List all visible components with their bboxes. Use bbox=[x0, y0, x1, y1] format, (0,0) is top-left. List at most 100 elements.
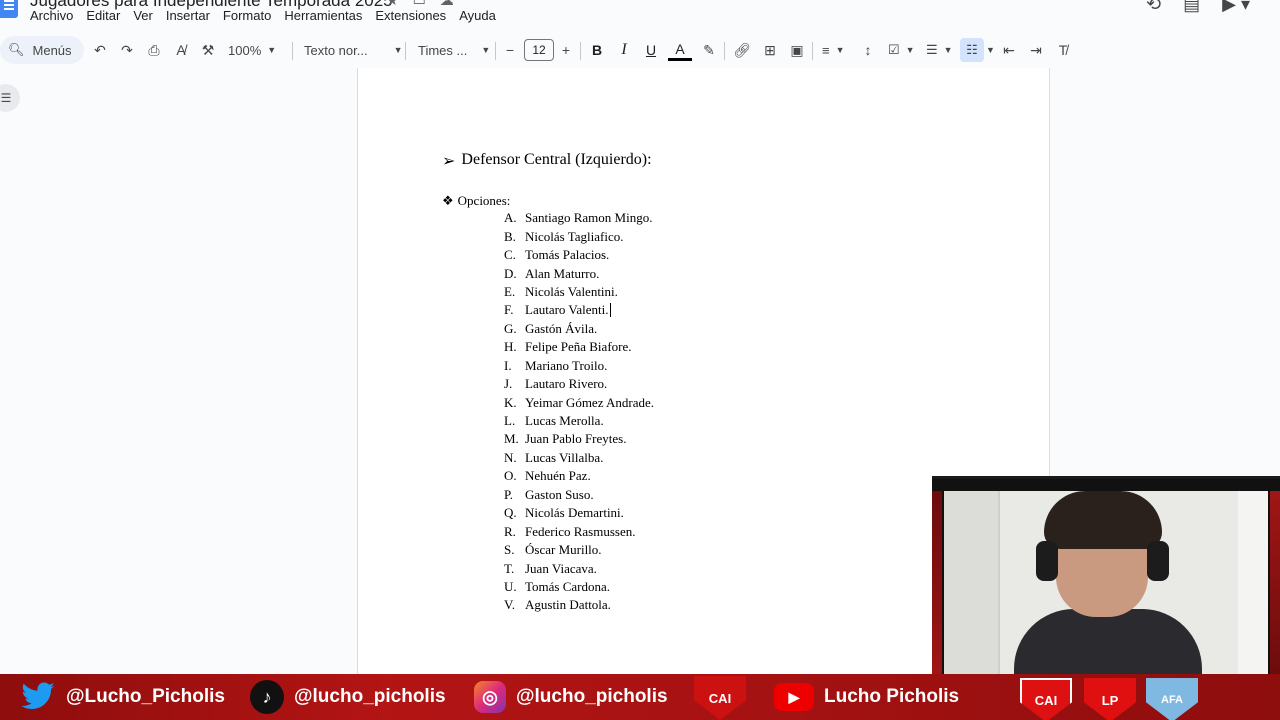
divider bbox=[724, 42, 725, 60]
player-name: Gastón Ávila. bbox=[525, 320, 598, 336]
list-item: M. Juan Pablo Freytes. bbox=[504, 430, 654, 448]
decrease-font-size-icon[interactable]: − bbox=[498, 34, 522, 66]
list-letter: Q. bbox=[504, 505, 517, 521]
twitter-icon bbox=[20, 680, 56, 714]
menu-extensiones[interactable]: Extensiones bbox=[375, 8, 453, 23]
search-menus-button[interactable]: 🔍︎ Menús bbox=[0, 36, 84, 64]
menu-insertar[interactable]: Insertar bbox=[166, 8, 217, 23]
meet-icon[interactable]: ▶ ▾ bbox=[1222, 0, 1250, 15]
instagram-handle: ◎ @lucho_picholis bbox=[474, 674, 668, 720]
align-left-icon: ≡ bbox=[822, 42, 830, 58]
outline-icon[interactable]: ☰ bbox=[0, 84, 20, 112]
align-select[interactable]: ≡ ▼ bbox=[822, 34, 845, 66]
move-folder-icon[interactable]: ▭ bbox=[413, 0, 440, 8]
paragraph-style-select[interactable]: Texto nor... ▼ bbox=[304, 34, 403, 66]
afa-crest-icon: AFA bbox=[1146, 678, 1198, 720]
insert-image-icon[interactable]: ▣ bbox=[785, 34, 809, 66]
list-letter: M. bbox=[504, 431, 519, 447]
docs-logo-icon[interactable] bbox=[0, 0, 18, 18]
menu-editar[interactable]: Editar bbox=[86, 8, 127, 23]
decrease-indent-icon[interactable]: ⇤ bbox=[997, 34, 1021, 66]
player-name: Lautaro Valenti. bbox=[525, 302, 609, 318]
underline-button[interactable]: U bbox=[639, 34, 663, 66]
numbered-list-button[interactable]: ☷ bbox=[960, 38, 984, 62]
increase-font-size-icon[interactable]: + bbox=[554, 34, 578, 66]
list-item: C. Tomás Palacios. bbox=[504, 246, 654, 264]
list-letter: H. bbox=[504, 339, 517, 355]
italic-button[interactable]: I bbox=[612, 34, 636, 66]
tiktok-handle: ♪ @lucho_picholis bbox=[250, 674, 446, 720]
list-item: B. Nicolás Tagliafico. bbox=[504, 227, 654, 245]
player-name: Lucas Merolla. bbox=[525, 413, 604, 429]
background-door bbox=[944, 491, 1000, 679]
webcam-border-left bbox=[932, 491, 942, 679]
spellcheck-icon[interactable]: A̸ bbox=[169, 34, 193, 66]
chevron-down-icon: ▼ bbox=[393, 45, 403, 55]
player-name: Nicolás Valentini. bbox=[525, 283, 618, 299]
undo-icon[interactable]: ↶ bbox=[88, 34, 112, 66]
star-icon[interactable]: ★ bbox=[386, 0, 413, 8]
menu-ver[interactable]: Ver bbox=[133, 8, 160, 23]
cloud-status-icon[interactable]: ☁ bbox=[440, 0, 468, 8]
add-comment-icon[interactable]: ⊞ bbox=[758, 34, 782, 66]
player-name: Santiago Ramon Mingo. bbox=[525, 210, 653, 226]
insert-link-icon[interactable]: 🔗︎ bbox=[730, 34, 754, 66]
list-letter: D. bbox=[504, 265, 517, 281]
bulleted-list-select[interactable]: ☰ ▼ bbox=[926, 34, 953, 66]
list-item: U. Tomás Cardona. bbox=[504, 578, 654, 596]
options-label: Opciones: bbox=[457, 193, 511, 208]
menu-ayuda[interactable]: Ayuda bbox=[459, 8, 503, 23]
search-menus-label: Menús bbox=[32, 42, 72, 58]
menu-archivo[interactable]: Archivo bbox=[30, 8, 80, 23]
comments-icon[interactable]: ▤ bbox=[1183, 0, 1200, 15]
list-letter: P. bbox=[504, 486, 514, 502]
print-icon[interactable]: ⎙ bbox=[142, 34, 166, 66]
player-name: Nicolás Tagliafico. bbox=[525, 228, 624, 244]
history-icon[interactable]: ⟲ bbox=[1146, 0, 1161, 15]
headset-left bbox=[1036, 541, 1058, 581]
chevron-down-icon: ▼ bbox=[835, 45, 845, 55]
checklist-select[interactable]: ☑ ▼ bbox=[888, 34, 915, 66]
font-family-select[interactable]: Times ... ▼ bbox=[418, 34, 490, 66]
paint-format-icon[interactable]: ⚒ bbox=[196, 34, 220, 66]
list-item: A. Santiago Ramon Mingo. bbox=[504, 209, 654, 227]
streamer-body bbox=[1014, 609, 1202, 679]
diamond-bullet-icon: ❖ bbox=[442, 193, 454, 208]
divider bbox=[580, 42, 581, 60]
text-color-button[interactable]: A bbox=[668, 39, 692, 61]
bold-button[interactable]: B bbox=[585, 34, 609, 66]
zoom-select[interactable]: 100% ▼ bbox=[228, 34, 276, 66]
increase-indent-icon[interactable]: ⇥ bbox=[1024, 34, 1048, 66]
formatting-toolbar: 🔍︎ Menús ↶ ↷ ⎙ A̸ ⚒ 100% ▼ Texto nor... … bbox=[0, 34, 1280, 66]
redo-icon[interactable]: ↷ bbox=[115, 34, 139, 66]
chevron-down-icon: ▼ bbox=[267, 45, 277, 55]
list-item: F. Lautaro Valenti. bbox=[504, 301, 654, 319]
player-name: Agustin Dattola. bbox=[525, 597, 611, 613]
player-name: Alan Maturro. bbox=[525, 265, 600, 281]
highlight-color-icon[interactable]: ✎ bbox=[697, 34, 721, 66]
webcam-overlay bbox=[932, 476, 1280, 679]
menu-herramientas[interactable]: Herramientas bbox=[284, 8, 369, 23]
player-name: Felipe Peña Biafore. bbox=[525, 339, 632, 355]
bulleted-list-icon: ☰ bbox=[926, 42, 938, 57]
menu-formato[interactable]: Formato bbox=[223, 8, 278, 23]
list-letter: J. bbox=[504, 376, 513, 392]
numbered-list-chevron-down-icon[interactable]: ▼ bbox=[986, 34, 995, 66]
list-item: E. Nicolás Valentini. bbox=[504, 283, 654, 301]
list-item: Q. Nicolás Demartini. bbox=[504, 504, 654, 522]
list-item: V. Agustin Dattola. bbox=[504, 596, 654, 614]
line-spacing-icon[interactable]: ↕ bbox=[856, 34, 880, 66]
player-name: Federico Rasmussen. bbox=[525, 523, 636, 539]
player-name: Lautaro Rivero. bbox=[525, 376, 608, 392]
twitter-handle-text: @Lucho_Picholis bbox=[66, 686, 225, 707]
menu-bar: Archivo Editar Ver Insertar Formato Herr… bbox=[30, 8, 509, 23]
checklist-icon: ☑ bbox=[888, 42, 900, 57]
font-size-input[interactable]: 12 bbox=[524, 39, 554, 61]
clear-formatting-icon[interactable]: T̸ bbox=[1051, 34, 1075, 66]
list-item: I. Mariano Troilo. bbox=[504, 357, 654, 375]
text-cursor bbox=[609, 303, 611, 318]
list-item: G. Gastón Ávila. bbox=[504, 320, 654, 338]
instagram-icon: ◎ bbox=[474, 681, 506, 713]
font-family-value: Times ... bbox=[418, 42, 468, 58]
chevron-down-icon: ▼ bbox=[943, 45, 953, 55]
